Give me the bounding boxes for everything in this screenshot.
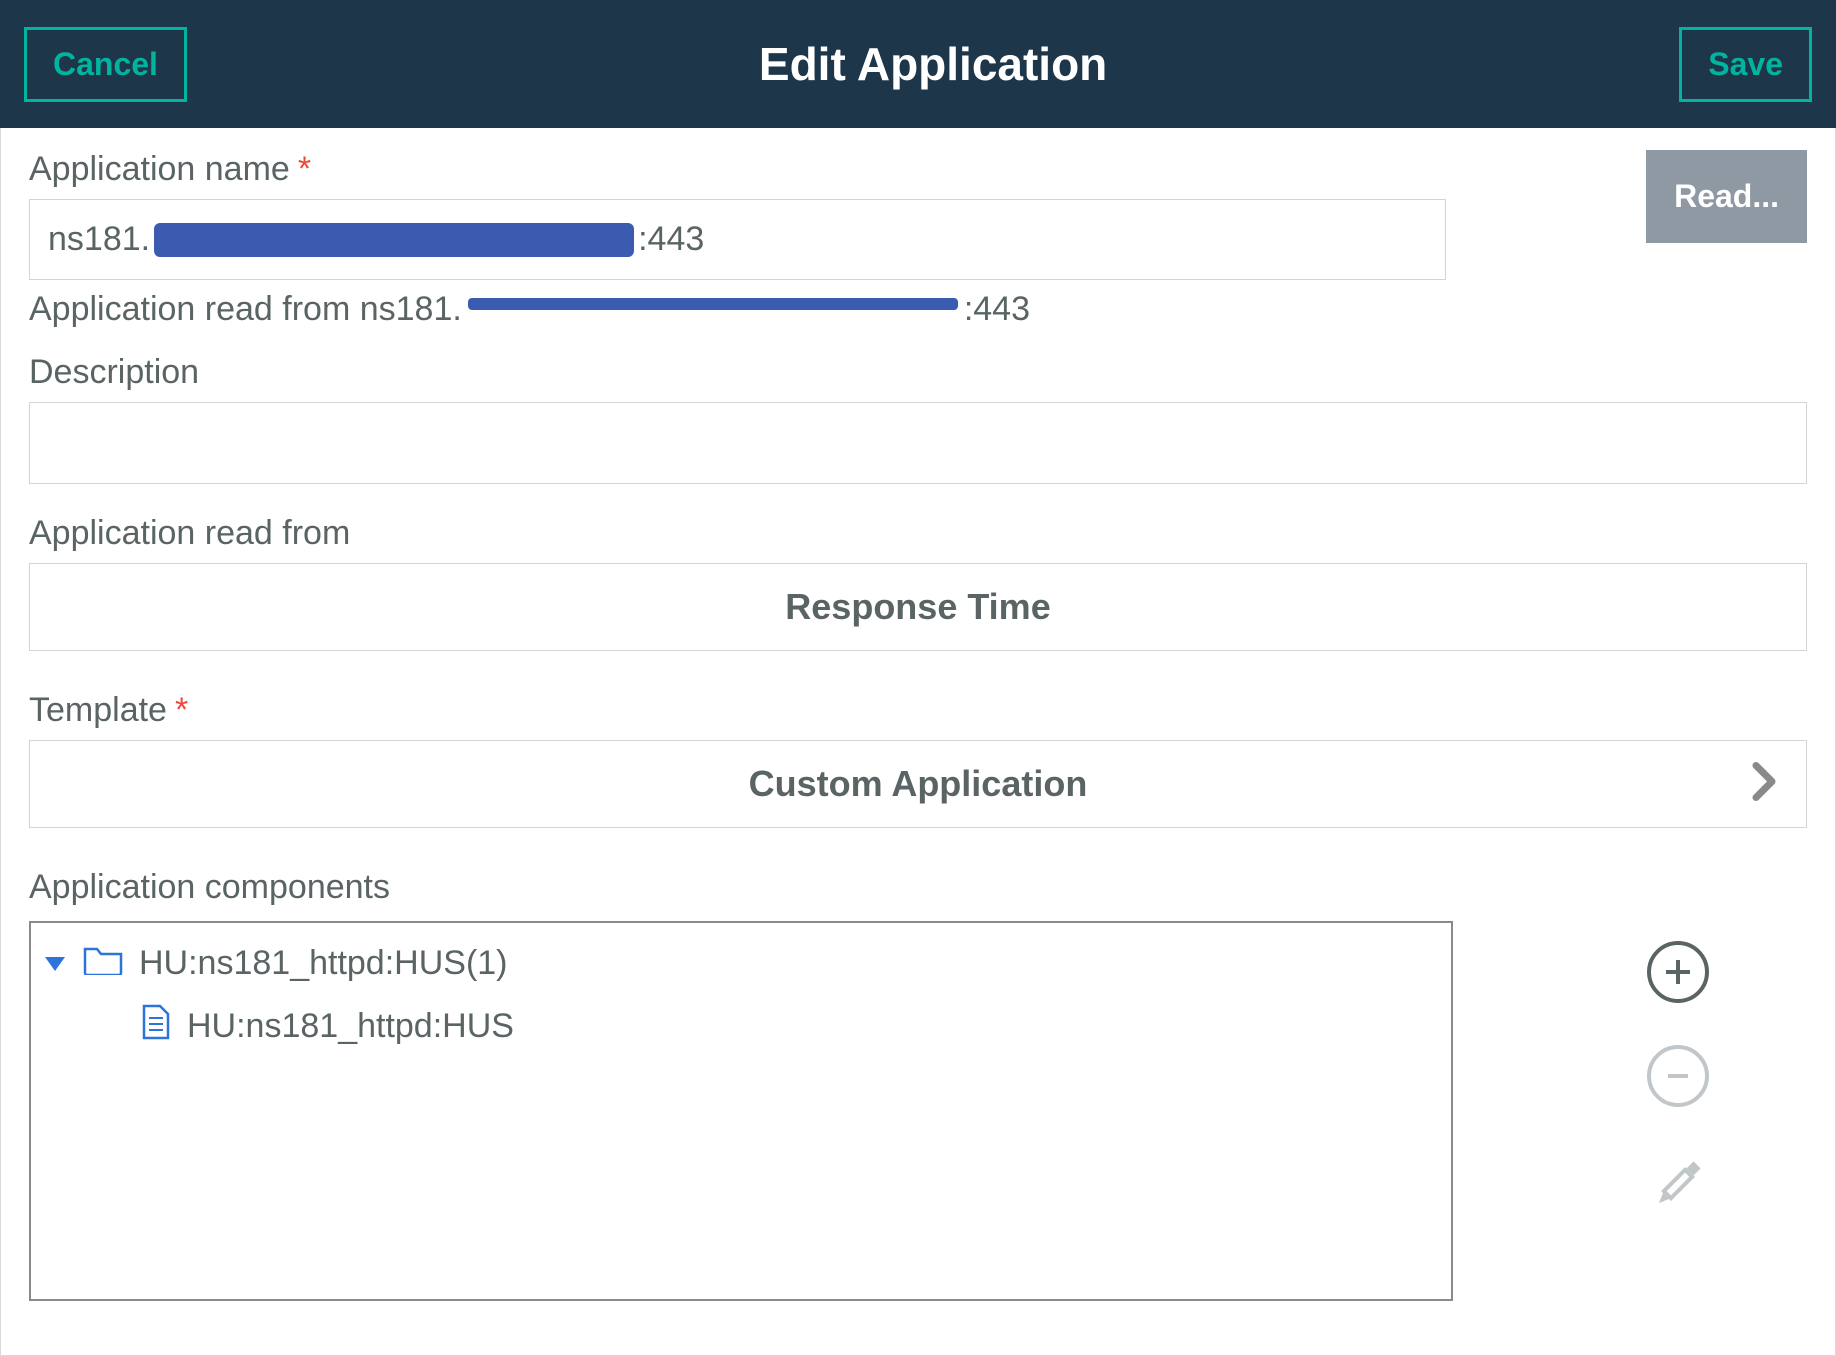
- readfrom-select-label: Application read from: [29, 514, 1807, 553]
- file-icon: [141, 1004, 171, 1049]
- tree-leaf-label: HU:ns181_httpd:HUS: [187, 1007, 514, 1046]
- template-select-value: Custom Application: [749, 763, 1088, 805]
- chevron-right-icon: [1752, 762, 1778, 807]
- readfrom-select-value: Response Time: [785, 586, 1050, 628]
- template-select[interactable]: Custom Application: [29, 740, 1807, 828]
- required-marker: *: [298, 150, 311, 188]
- cancel-button[interactable]: Cancel: [24, 27, 187, 102]
- template-label: Template*: [29, 691, 1807, 730]
- appname-suffix: :443: [638, 220, 704, 259]
- tree-folder-label: HU:ns181_httpd:HUS(1): [139, 944, 508, 983]
- description-input[interactable]: [29, 402, 1807, 484]
- add-component-button[interactable]: [1647, 941, 1709, 1003]
- redacted-host-2: [468, 298, 958, 310]
- readfrom-prefix: Application read from ns181.: [29, 290, 462, 329]
- edit-component-button: [1643, 1149, 1713, 1224]
- save-button[interactable]: Save: [1679, 27, 1812, 102]
- folder-icon: [83, 943, 123, 984]
- readfrom-suffix: :443: [964, 290, 1030, 329]
- redacted-host: [154, 223, 634, 257]
- readfrom-select[interactable]: Response Time: [29, 563, 1807, 651]
- readfrom-subtext: Application read from ns181. :443: [29, 290, 1807, 329]
- appname-input[interactable]: ns181. :443: [29, 199, 1446, 280]
- tree-leaf-row[interactable]: HU:ns181_httpd:HUS: [41, 998, 1441, 1055]
- pencil-icon: [1643, 1149, 1713, 1219]
- read-button[interactable]: Read...: [1646, 150, 1807, 243]
- caret-down-icon[interactable]: [45, 957, 65, 971]
- description-label: Description: [29, 353, 1807, 392]
- components-label: Application components: [29, 868, 1807, 907]
- dialog-title: Edit Application: [187, 37, 1679, 91]
- form-content: Application name* ns181. :443 Read... Ap…: [0, 128, 1836, 1356]
- components-tree[interactable]: HU:ns181_httpd:HUS(1) HU:ns181_httpd:HUS: [29, 921, 1453, 1301]
- component-actions: [1453, 921, 1713, 1301]
- appname-label: Application name*: [29, 150, 1446, 189]
- dialog-header: Cancel Edit Application Save: [0, 0, 1836, 128]
- appname-prefix: ns181.: [48, 220, 150, 259]
- remove-component-button: [1647, 1045, 1709, 1107]
- required-marker: *: [175, 691, 188, 729]
- tree-folder-row[interactable]: HU:ns181_httpd:HUS(1): [41, 937, 1441, 990]
